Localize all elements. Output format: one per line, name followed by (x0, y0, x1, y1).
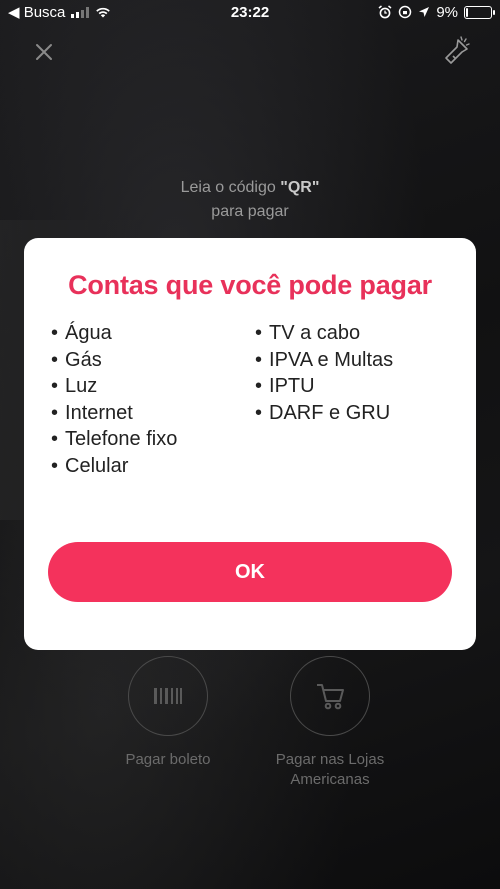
status-left: ◀ Busca (8, 3, 111, 21)
list-item: IPTU (255, 373, 393, 400)
status-bar: ◀ Busca 23:22 9% (0, 0, 500, 24)
list-item: Gás (51, 347, 177, 374)
cart-icon (317, 684, 344, 710)
list-item: Internet (51, 400, 177, 427)
bills-list-left: Água Gás Luz Internet Telefone fixo Celu… (51, 320, 177, 480)
back-to-app-link[interactable]: ◀ Busca (8, 3, 65, 21)
close-button[interactable] (28, 36, 60, 68)
list-item: TV a cabo (255, 320, 393, 347)
close-icon (36, 44, 52, 60)
pay-lojas-circle[interactable] (290, 656, 370, 736)
battery-icon (464, 5, 495, 19)
modal-title: Contas que você pode pagar (68, 270, 432, 300)
bills-modal: Contas que você pode pagar Água Gás Luz … (24, 238, 476, 650)
list-item: Celular (51, 453, 177, 480)
location-icon (419, 7, 430, 17)
list-item: Luz (51, 373, 177, 400)
bills-list-right: TV a cabo IPVA e Multas IPTU DARF e GRU (255, 320, 393, 426)
pay-lojas-label: Pagar nas Lojas Americanas (275, 751, 385, 788)
wifi-icon (96, 7, 111, 18)
barcode-icon (154, 688, 182, 704)
battery-percent: 9% (436, 3, 458, 21)
alarm-icon (378, 5, 392, 19)
rotation-lock-icon (399, 5, 412, 19)
status-right: 9% (378, 3, 495, 21)
pay-boleto-circle[interactable] (128, 656, 208, 736)
flashlight-icon (445, 36, 470, 64)
list-item: Telefone fixo (51, 426, 177, 453)
ok-button[interactable]: OK (48, 542, 452, 602)
pay-boleto-label: Pagar boleto (125, 751, 211, 768)
scan-instruction: Leia o código "QR" para pagar (0, 176, 500, 224)
signal-icon (71, 6, 90, 18)
flashlight-button[interactable] (440, 36, 472, 68)
pay-lojas-button[interactable]: Pagar nas Lojas Americanas (260, 656, 400, 790)
instruction-prefix: Leia o código (180, 179, 281, 196)
pay-boleto-button[interactable]: Pagar boleto (98, 656, 238, 770)
list-item: DARF e GRU (255, 400, 393, 427)
list-item: Água (51, 320, 177, 347)
list-item: IPVA e Multas (255, 347, 393, 374)
instruction-line2: para pagar (211, 203, 289, 220)
instruction-qr: "QR" (280, 179, 320, 196)
